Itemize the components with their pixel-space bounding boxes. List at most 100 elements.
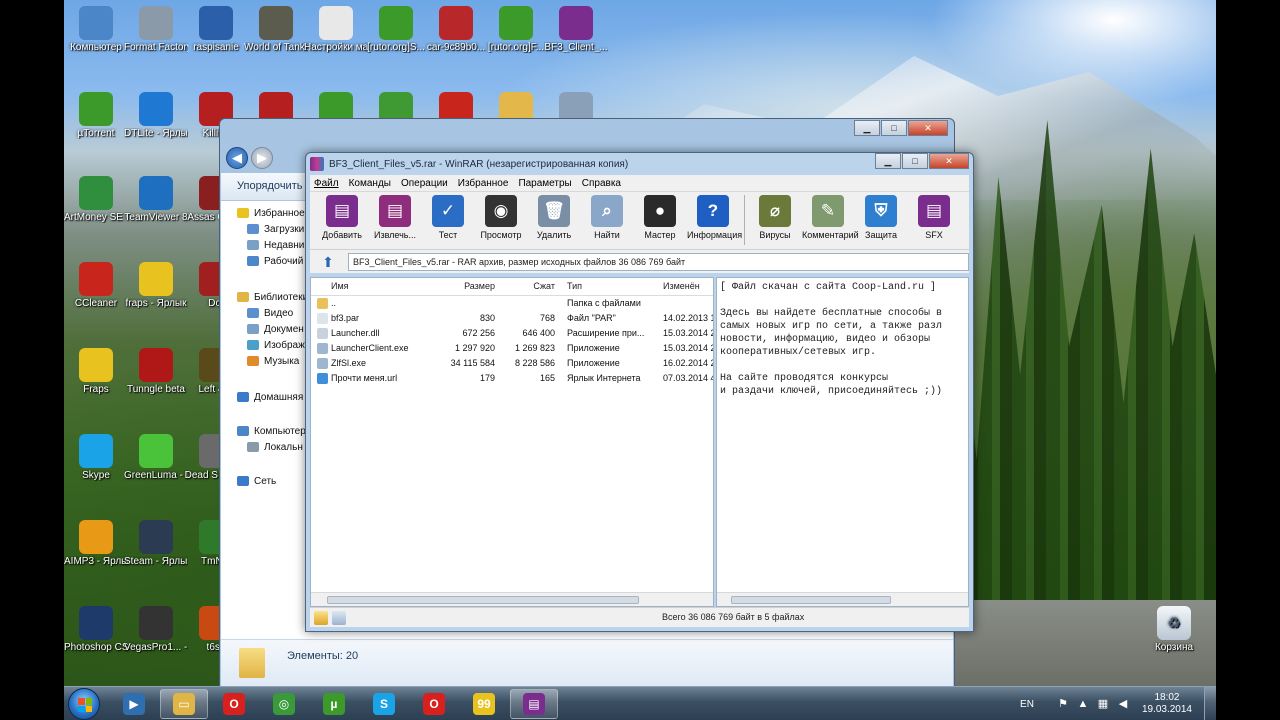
desktop-icon[interactable]: Компьютер bbox=[64, 6, 128, 53]
toolbar-button[interactable]: ⛨ Защита bbox=[855, 195, 907, 249]
file-row[interactable]: LauncherClient.exe 1 297 920 1 269 823 Прил… bbox=[311, 341, 713, 356]
desktop-icon[interactable]: DTLite - Ярлык bbox=[124, 92, 188, 139]
winrar-window[interactable]: BF3_Client_Files_v5.rar - WinRAR (незаре… bbox=[305, 152, 974, 632]
nav-item[interactable]: Локальн bbox=[247, 439, 303, 455]
comment-scrollbar[interactable] bbox=[717, 592, 968, 606]
file-row[interactable]: Launcher.dll 672 256 646 400 Расширение при… bbox=[311, 326, 713, 341]
language-indicator[interactable]: EN bbox=[1020, 699, 1034, 710]
menu-item[interactable]: Избранное bbox=[458, 178, 509, 189]
desktop-icon[interactable]: BF3_Client_... bbox=[544, 6, 608, 53]
taskbar-item[interactable]: O bbox=[210, 689, 258, 719]
toolbar-button[interactable]: ? Информация bbox=[687, 195, 742, 249]
organize-button[interactable]: Упорядочить ▾ bbox=[237, 180, 311, 192]
nav-item[interactable]: Загрузки bbox=[247, 221, 304, 237]
desktop-icon[interactable]: GreenLuma - Ярлык bbox=[124, 434, 188, 481]
nav-item[interactable]: Изображ bbox=[247, 337, 305, 353]
close-button[interactable]: ✕ bbox=[908, 120, 948, 136]
volume-icon[interactable]: ◀ bbox=[1116, 697, 1130, 711]
menu-item[interactable]: Команды bbox=[349, 178, 391, 189]
scrollbar-thumb[interactable] bbox=[731, 596, 891, 604]
clock[interactable]: 18:02 19.03.2014 bbox=[1142, 692, 1192, 716]
nav-item[interactable]: Сеть bbox=[237, 473, 276, 489]
minimize-button[interactable]: ▁ bbox=[854, 120, 880, 136]
up-folder-button[interactable]: ⬆ bbox=[316, 252, 340, 272]
nav-item[interactable]: Музыка bbox=[247, 353, 299, 369]
taskbar-item[interactable]: ▶ bbox=[110, 689, 158, 719]
taskbar-item[interactable]: 99 bbox=[460, 689, 508, 719]
desktop-icon[interactable]: Tunngle beta bbox=[124, 348, 188, 395]
desktop-icon[interactable]: car-9c89b0... bbox=[424, 6, 488, 53]
desktop-icon[interactable]: Skype bbox=[64, 434, 128, 481]
toolbar-button[interactable]: ◉ Просмотр bbox=[475, 195, 527, 249]
nav-item[interactable]: Видео bbox=[247, 305, 293, 321]
desktop-icon[interactable]: TeamViewer 8 bbox=[124, 176, 188, 223]
menu-item[interactable]: Файл bbox=[314, 178, 339, 189]
start-button[interactable] bbox=[68, 688, 100, 720]
toolbar-button[interactable]: ⌀ Вирусы bbox=[749, 195, 801, 249]
file-row[interactable]: .. Папка с файлами bbox=[311, 296, 713, 311]
nav-item[interactable]: Недавни bbox=[247, 237, 304, 253]
file-list-scrollbar[interactable] bbox=[311, 592, 713, 606]
file-row[interactable]: ZlfSl.exe 34 115 584 8 228 586 Приложение 16… bbox=[311, 356, 713, 371]
file-row[interactable]: Прочти меня.url 179 165 Ярлык Интернета 07.0… bbox=[311, 371, 713, 386]
taskbar-item[interactable]: ▭ bbox=[160, 689, 208, 719]
winrar-titlebar[interactable]: BF3_Client_Files_v5.rar - WinRAR (незаре… bbox=[306, 153, 973, 175]
toolbar-button[interactable]: ✓ Тест bbox=[422, 195, 474, 249]
show-hidden-icons-icon[interactable]: ▲ bbox=[1076, 697, 1090, 711]
file-list[interactable]: Имя Размер Сжат Тип Изменён .. Папка с фа… bbox=[310, 277, 714, 607]
desktop-icon-recycle-bin[interactable]: ♻ Корзина bbox=[1142, 606, 1206, 653]
desktop-icon[interactable]: VegasPro1... - Ярлык bbox=[124, 606, 188, 653]
comment-pane[interactable]: [ Файл скачан с сайта Coop-Land.ru ] Здес… bbox=[716, 277, 969, 607]
toolbar-button[interactable]: 🗑 Удалить bbox=[528, 195, 580, 249]
explorer-titlebar[interactable] bbox=[220, 119, 954, 145]
minimize-button[interactable]: ▁ bbox=[875, 153, 901, 169]
desktop-icon[interactable]: [rutor.org]S... bbox=[364, 6, 428, 53]
desktop-icon[interactable]: CCleaner bbox=[64, 262, 128, 309]
toolbar-button[interactable]: ⌕ Найти bbox=[581, 195, 633, 249]
close-button[interactable]: ✕ bbox=[929, 153, 969, 169]
nav-item[interactable]: Библиотеки bbox=[237, 289, 308, 305]
column-type[interactable]: Тип bbox=[567, 281, 657, 291]
scrollbar-thumb[interactable] bbox=[327, 596, 639, 604]
toolbar-button[interactable]: ▤ SFX bbox=[908, 195, 960, 249]
file-row[interactable]: bf3.par 830 768 Файл "PAR" 14.02.2013 1 bbox=[311, 311, 713, 326]
desktop-icon[interactable]: [rutor.org]F... bbox=[484, 6, 548, 53]
nav-item[interactable]: Домашняя bbox=[237, 389, 303, 405]
taskbar-item[interactable]: ▤ bbox=[510, 689, 558, 719]
maximize-button[interactable]: □ bbox=[881, 120, 907, 136]
nav-item[interactable]: Рабочий bbox=[247, 253, 303, 269]
desktop-icon[interactable]: Fraps bbox=[64, 348, 128, 395]
menu-item[interactable]: Параметры bbox=[518, 178, 571, 189]
desktop-icon[interactable]: World of Tanks bbox=[244, 6, 308, 53]
back-button[interactable]: ◀ bbox=[226, 147, 248, 169]
menu-item[interactable]: Операции bbox=[401, 178, 448, 189]
column-modified[interactable]: Изменён bbox=[663, 281, 713, 291]
forward-button[interactable]: ▶ bbox=[251, 147, 273, 169]
desktop-icon[interactable]: µTorrent bbox=[64, 92, 128, 139]
toolbar-button[interactable]: ▤ Добавить bbox=[316, 195, 368, 249]
nav-item[interactable]: Компьютер bbox=[237, 423, 306, 439]
network-icon[interactable]: ▦ bbox=[1096, 697, 1110, 711]
flag-icon[interactable]: ⚑ bbox=[1056, 697, 1070, 711]
desktop-icon[interactable]: Настройки маршрути... bbox=[304, 6, 368, 53]
menu-item[interactable]: Справка bbox=[582, 178, 621, 189]
taskbar-item[interactable]: S bbox=[360, 689, 408, 719]
taskbar-item[interactable]: O bbox=[410, 689, 458, 719]
toolbar-button[interactable]: ✎ Комментарий bbox=[802, 195, 859, 249]
nav-item[interactable]: Докумен bbox=[247, 321, 304, 337]
desktop-icon[interactable]: Format Factory bbox=[124, 6, 188, 53]
desktop-icon[interactable]: AIMP3 - Ярлык bbox=[64, 520, 128, 567]
archive-path[interactable]: BF3_Client_Files_v5.rar - RAR архив, раз… bbox=[348, 252, 969, 271]
taskbar-item[interactable]: ◎ bbox=[260, 689, 308, 719]
toolbar-button[interactable]: ● Мастер bbox=[634, 195, 686, 249]
column-packed[interactable]: Сжат bbox=[499, 281, 555, 291]
taskbar-item[interactable]: µ bbox=[310, 689, 358, 719]
toolbar-button[interactable]: ▤ Извлечь... bbox=[369, 195, 421, 249]
desktop-icon[interactable]: ArtMoney SE v7.41 bbox=[64, 176, 128, 223]
maximize-button[interactable]: □ bbox=[902, 153, 928, 169]
column-size[interactable]: Размер bbox=[431, 281, 495, 291]
desktop-icon[interactable]: Steam - Ярлык bbox=[124, 520, 188, 567]
desktop-icon[interactable]: fraps - Ярлык bbox=[124, 262, 188, 309]
show-desktop-button[interactable] bbox=[1204, 687, 1216, 720]
desktop-icon[interactable]: Photoshop CS6 bbox=[64, 606, 128, 653]
